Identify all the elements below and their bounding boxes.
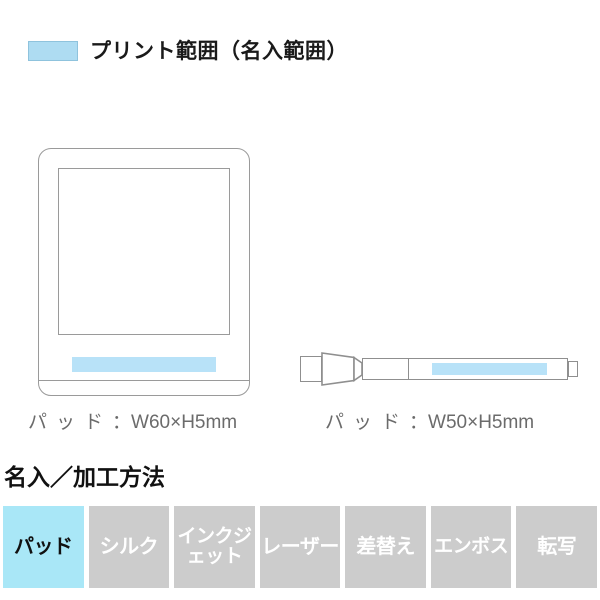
print-area-swatch-icon xyxy=(28,41,78,61)
pad-caption-size: W60×H5mm xyxy=(131,412,238,433)
method-chip-transfer[interactable]: 転写 xyxy=(516,506,598,588)
pad-illustration xyxy=(38,148,250,396)
pad-caption-separator: ： xyxy=(112,412,132,433)
pen-caption: パッド：W50×H5mm xyxy=(325,404,534,442)
pen-caption-method: パッド xyxy=(325,412,410,433)
method-chip-inkjet[interactable]: インクジェット xyxy=(174,506,255,588)
pen-print-area-highlight xyxy=(432,363,547,375)
method-chip-silk[interactable]: シルク xyxy=(88,506,170,588)
pen-end-cap xyxy=(568,361,578,377)
pad-caption: パッド：W60×H5mm xyxy=(28,404,237,442)
pad-print-area-highlight xyxy=(72,357,216,372)
pad-caption-method: パッド xyxy=(28,412,113,433)
imprint-method-list: パッド シルク インクジェット レーザー 差替え エンボス 転写 xyxy=(3,506,598,588)
print-area-legend: プリント範囲（名入範囲） xyxy=(28,34,348,68)
pen-caption-separator: ： xyxy=(409,412,429,433)
imprint-method-heading: 名入／加工方法 xyxy=(4,464,165,490)
method-chip-emboss[interactable]: エンボス xyxy=(430,506,512,588)
product-illustrations xyxy=(0,140,600,400)
illustration-captions: パッド：W60×H5mm パッド：W50×H5mm xyxy=(0,404,600,442)
pad-base-divider xyxy=(39,380,249,381)
pen-caption-size: W50×H5mm xyxy=(428,412,535,433)
method-chip-laser[interactable]: レーザー xyxy=(259,506,341,588)
pen-illustration xyxy=(300,346,582,390)
pen-collar xyxy=(321,352,363,386)
pen-tip xyxy=(300,356,322,382)
method-chip-replacement[interactable]: 差替え xyxy=(345,506,426,588)
print-area-legend-label: プリント範囲（名入範囲） xyxy=(90,39,348,63)
pen-grip-section xyxy=(362,358,409,380)
pad-paper-area xyxy=(58,168,230,335)
method-chip-pad[interactable]: パッド xyxy=(3,506,84,588)
